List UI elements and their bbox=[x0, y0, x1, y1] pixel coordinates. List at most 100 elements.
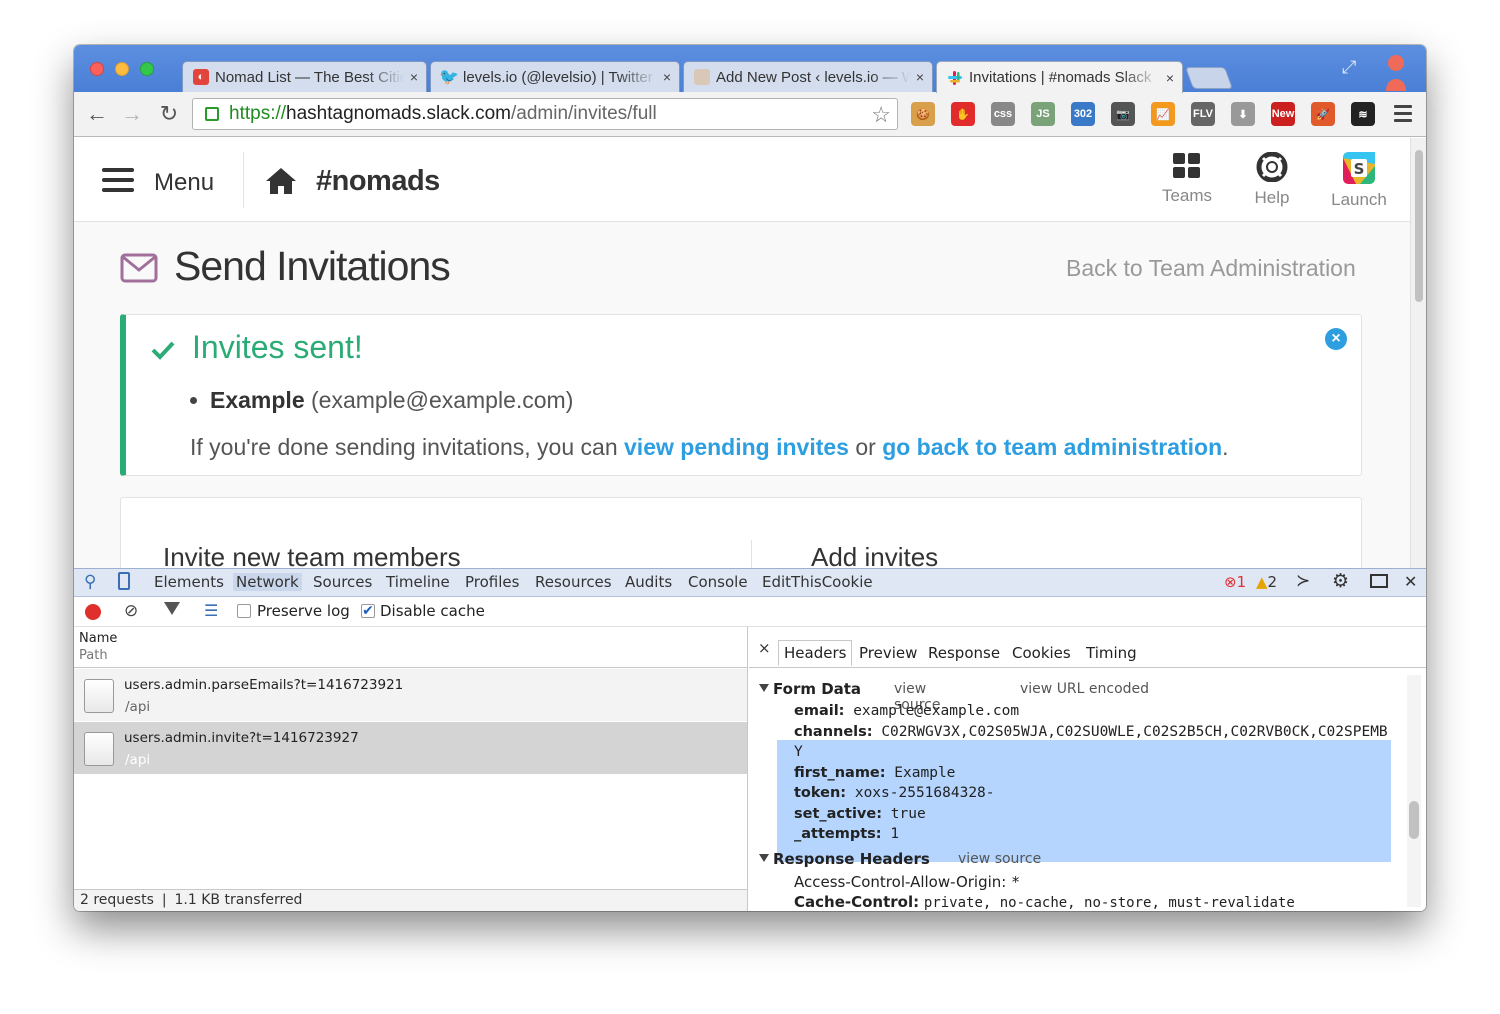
browser-tab-wordpress[interactable]: Add New Post ‹ levels.io — WordPress × bbox=[683, 61, 933, 92]
back-to-team-admin-link[interactable]: go back to team administration bbox=[882, 434, 1222, 460]
menu-label[interactable]: Menu bbox=[154, 169, 214, 197]
path-column-header[interactable]: Path bbox=[79, 647, 742, 664]
file-icon bbox=[84, 732, 114, 766]
address-bar[interactable]: https:// hashtagnomads.slack.com /admin/… bbox=[192, 98, 898, 130]
camera-extension-icon[interactable]: 📷 bbox=[1111, 102, 1135, 126]
avatar-icon bbox=[694, 69, 710, 85]
preserve-log-checkbox[interactable] bbox=[237, 604, 251, 618]
chart-extension-icon[interactable]: 📈 bbox=[1151, 102, 1175, 126]
view-source-link[interactable]: view source bbox=[958, 851, 1041, 867]
inspect-search-icon[interactable]: ⚲ bbox=[84, 572, 96, 592]
view-url-encoded-link[interactable]: view URL encoded bbox=[1020, 681, 1149, 697]
browser-tab-nomadlist[interactable]: ◐ Nomad List — The Best Cities to Live a… bbox=[182, 61, 427, 92]
slack-logo-icon: S bbox=[1342, 152, 1376, 184]
console-drawer-icon[interactable]: ≻ bbox=[1296, 571, 1310, 591]
close-tab-icon[interactable]: × bbox=[663, 69, 671, 85]
devtools-tab-network[interactable]: Network bbox=[233, 573, 302, 591]
back-arrow-icon[interactable]: ← bbox=[84, 101, 110, 127]
grid-icon bbox=[1172, 152, 1202, 180]
invitee-email: (example@example.com) bbox=[311, 387, 574, 413]
zoom-window-button[interactable] bbox=[140, 62, 154, 76]
device-mode-icon[interactable] bbox=[118, 572, 130, 590]
hamburger-menu-icon[interactable] bbox=[102, 168, 134, 198]
cookie-extension-icon[interactable]: 🍪 bbox=[911, 102, 935, 126]
close-tab-icon[interactable]: × bbox=[410, 69, 418, 85]
scrollbar-thumb[interactable] bbox=[1415, 150, 1423, 302]
form-field-wrap: Y bbox=[794, 744, 803, 760]
minimize-window-button[interactable] bbox=[115, 62, 129, 76]
gear-icon[interactable]: ⚙ bbox=[1332, 570, 1349, 592]
detail-scrollbar[interactable] bbox=[1407, 675, 1421, 907]
launch-nav[interactable]: S Launch bbox=[1330, 152, 1388, 210]
chrome-menu-icon[interactable] bbox=[1394, 105, 1412, 126]
flv-extension-icon[interactable]: FLV bbox=[1191, 102, 1215, 126]
browser-toolbar: ← → ↻ https:// hashtagnomads.slack.com /… bbox=[74, 92, 1426, 137]
close-detail-icon[interactable]: × bbox=[758, 639, 771, 657]
close-alert-icon[interactable]: × bbox=[1325, 328, 1347, 350]
reload-icon[interactable]: ↻ bbox=[156, 101, 182, 127]
team-name[interactable]: #nomads bbox=[316, 165, 440, 198]
layers-extension-icon[interactable]: ≋ bbox=[1351, 102, 1375, 126]
close-tab-icon[interactable]: × bbox=[1166, 70, 1174, 86]
help-nav[interactable]: Help bbox=[1250, 151, 1294, 208]
form-field: channels: C02RWGV3X,C02S05WJA,C02SU0WLE,… bbox=[794, 724, 1388, 740]
devtools-tab-resources[interactable]: Resources bbox=[535, 573, 612, 591]
filter-icon[interactable] bbox=[164, 602, 180, 615]
js-extension-icon[interactable]: JS bbox=[1031, 102, 1055, 126]
devtools-tab-elements[interactable]: Elements bbox=[154, 573, 224, 591]
header-divider bbox=[243, 152, 244, 208]
new-tab-button[interactable] bbox=[1184, 67, 1234, 89]
request-row[interactable]: users.admin.parseEmails?t=1416723921 /ap… bbox=[74, 669, 747, 721]
detail-tab-preview[interactable]: Preview bbox=[859, 644, 917, 662]
back-to-admin-link[interactable]: Back to Team Administration bbox=[1066, 255, 1356, 282]
devtools-tab-console[interactable]: Console bbox=[688, 573, 748, 591]
name-column-header[interactable]: Name bbox=[79, 630, 742, 647]
list-view-icon[interactable]: ☰ bbox=[204, 601, 218, 620]
devtools-tab-editthiscookie[interactable]: EditThisCookie bbox=[762, 573, 873, 591]
fullscreen-icon[interactable]: ⤢ bbox=[1342, 57, 1356, 78]
warning-count[interactable]: ▲2 bbox=[1256, 573, 1277, 591]
home-icon[interactable] bbox=[264, 166, 298, 196]
error-count[interactable]: ⊗1 bbox=[1224, 573, 1246, 591]
disable-cache-checkbox[interactable]: ✔ bbox=[361, 604, 375, 618]
browser-tab-slack[interactable]: Invitations | #nomads Slack × bbox=[936, 61, 1183, 93]
profile-icon[interactable] bbox=[1384, 51, 1408, 91]
devtools-tab-sources[interactable]: Sources bbox=[313, 573, 372, 591]
devtools-tab-audits[interactable]: Audits bbox=[625, 573, 672, 591]
detail-tab-cookies[interactable]: Cookies bbox=[1012, 644, 1071, 662]
preserve-log-label: Preserve log bbox=[257, 602, 350, 620]
teams-nav[interactable]: Teams bbox=[1160, 152, 1214, 206]
close-tab-icon[interactable]: × bbox=[916, 69, 924, 85]
warning-icon: ▲ bbox=[1256, 573, 1268, 591]
page-scrollbar[interactable] bbox=[1410, 138, 1426, 568]
dock-icon[interactable] bbox=[1370, 574, 1388, 588]
devtools-tab-timeline[interactable]: Timeline bbox=[386, 573, 450, 591]
close-window-button[interactable] bbox=[90, 62, 104, 76]
browser-tab-twitter[interactable]: 🐦 levels.io (@levelsio) | Twitter × bbox=[430, 61, 680, 92]
clear-icon[interactable]: ⊘ bbox=[124, 601, 138, 621]
expand-triangle-icon bbox=[759, 854, 769, 862]
detail-tab-headers[interactable]: Headers bbox=[778, 640, 853, 666]
view-pending-invites-link[interactable]: view pending invites bbox=[624, 434, 849, 460]
error-icon: ⊗ bbox=[1224, 573, 1237, 591]
css-extension-icon[interactable]: css bbox=[991, 102, 1015, 126]
url-host: hashtagnomads.slack.com bbox=[286, 103, 511, 124]
new-extension-icon[interactable]: New bbox=[1271, 102, 1295, 126]
detail-tab-response[interactable]: Response bbox=[928, 644, 1000, 662]
detail-tab-timing[interactable]: Timing bbox=[1086, 644, 1137, 662]
close-devtools-icon[interactable]: ✕ bbox=[1404, 572, 1417, 591]
forward-arrow-icon[interactable]: → bbox=[119, 101, 145, 127]
header-field: Cache-Control: private, no-cache, no-sto… bbox=[794, 893, 1295, 911]
rocket-extension-icon[interactable]: 🚀 bbox=[1311, 102, 1335, 126]
scrollbar-thumb[interactable] bbox=[1409, 801, 1419, 839]
record-icon[interactable] bbox=[85, 604, 101, 620]
request-row-selected[interactable]: users.admin.invite?t=1416723927 /api bbox=[74, 722, 747, 774]
form-data-section[interactable]: Form Data view source view URL encoded bbox=[759, 680, 1149, 713]
request-list-header: Name Path bbox=[74, 627, 747, 668]
bookmark-star-icon[interactable]: ☆ bbox=[871, 102, 891, 128]
devtools-tab-profiles[interactable]: Profiles bbox=[465, 573, 519, 591]
adblock-extension-icon[interactable]: ✋ bbox=[951, 102, 975, 126]
download-extension-icon[interactable]: ⬇ bbox=[1231, 102, 1255, 126]
response-headers-section[interactable]: Response Headers view source bbox=[759, 850, 1041, 868]
redirect-extension-icon[interactable]: 302 bbox=[1071, 102, 1095, 126]
